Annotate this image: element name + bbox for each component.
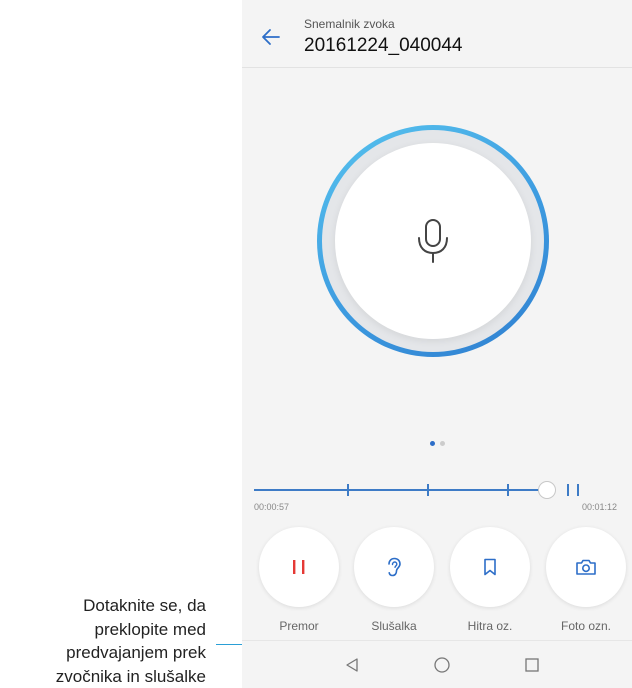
phone-screen: Snemalnik zvoka 20161224_040044 00:00:57… xyxy=(242,0,632,688)
pause-label: Premor xyxy=(279,619,319,633)
photo-tag-action[interactable]: Foto ozn. xyxy=(546,527,626,633)
timeline-progress-line xyxy=(254,489,546,491)
recording-title: 20161224_040044 xyxy=(304,35,463,56)
earpiece-button[interactable] xyxy=(354,527,434,607)
pause-action[interactable]: Premor xyxy=(259,527,339,633)
camera-icon xyxy=(576,559,596,575)
callout-line-2: preklopite med xyxy=(94,619,206,639)
pause-icon xyxy=(293,560,305,574)
microphone-icon xyxy=(418,219,448,263)
bookmark-icon xyxy=(484,558,496,576)
page-indicator xyxy=(430,441,450,447)
callout-text: Dotaknite se, da preklopite med predvaja… xyxy=(0,594,206,688)
page-dot-inactive xyxy=(440,441,445,446)
timeline-marker xyxy=(567,484,569,496)
nav-recents-icon xyxy=(525,658,539,672)
timeline-marker xyxy=(347,484,349,496)
quick-tag-button[interactable] xyxy=(450,527,530,607)
nav-back-icon xyxy=(346,658,358,672)
quick-tag-label: Hitra oz. xyxy=(467,619,513,633)
nav-home-button[interactable] xyxy=(428,651,456,679)
arrow-left-icon xyxy=(262,29,280,45)
page-dot-active xyxy=(430,441,435,446)
app-subtitle: Snemalnik zvoka xyxy=(304,17,395,31)
timeline-scrubber-handle[interactable] xyxy=(538,481,556,499)
timeline-marker xyxy=(507,484,509,496)
nav-recents-button[interactable] xyxy=(518,651,546,679)
callout-line-1: Dotaknite se, da xyxy=(83,596,206,615)
callout-line-3: predvajanjem prek xyxy=(66,643,206,662)
timeline-marker xyxy=(427,484,429,496)
ear-icon xyxy=(388,557,401,577)
current-time: 00:00:57 xyxy=(254,502,290,512)
quick-tag-action[interactable]: Hitra oz. xyxy=(450,527,530,633)
playback-timeline[interactable] xyxy=(254,480,622,510)
nav-back-button[interactable] xyxy=(338,651,366,679)
total-time: 00:01:12 xyxy=(582,502,618,512)
earpiece-label: Slušalka xyxy=(371,619,417,633)
nav-home-icon xyxy=(434,657,450,673)
photo-tag-button[interactable] xyxy=(546,527,626,607)
back-button[interactable] xyxy=(256,22,286,52)
app-bar: Snemalnik zvoka 20161224_040044 xyxy=(242,0,632,68)
navigation-bar xyxy=(242,640,632,688)
photo-tag-label: Foto ozn. xyxy=(560,619,612,633)
pause-button[interactable] xyxy=(259,527,339,607)
earpiece-action[interactable]: Slušalka xyxy=(354,527,434,633)
screen: Dotaknite se, da preklopite med predvaja… xyxy=(0,0,632,688)
microphone-button[interactable] xyxy=(335,143,531,339)
callout-line-4: zvočnika in slušalke xyxy=(55,666,206,686)
timeline-marker xyxy=(577,484,579,496)
